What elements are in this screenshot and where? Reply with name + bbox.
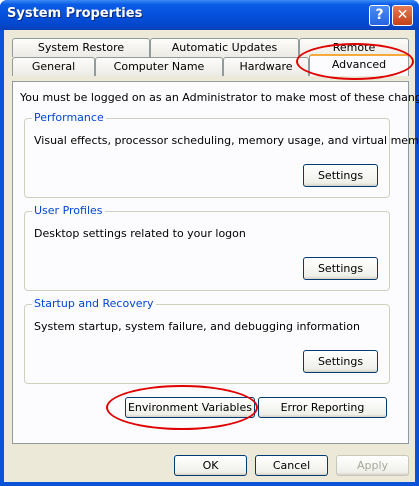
startup-recovery-group-title: Startup and Recovery: [32, 297, 156, 310]
button-label: Settings: [317, 169, 364, 182]
performance-description: Visual effects, processor scheduling, me…: [34, 134, 419, 147]
error-reporting-button[interactable]: Error Reporting: [258, 397, 387, 418]
tab-label: Advanced: [331, 58, 387, 71]
tab-computer-name[interactable]: Computer Name: [95, 57, 223, 76]
button-label: Settings: [317, 355, 364, 368]
button-label: Cancel: [272, 459, 311, 472]
tab-label: Hardware: [239, 60, 293, 73]
button-label: Environment Variables: [127, 401, 252, 414]
performance-group-title: Performance: [32, 111, 106, 124]
environment-variables-button[interactable]: Environment Variables: [125, 397, 255, 418]
tab-label: Computer Name: [113, 60, 205, 73]
window-title: System Properties: [7, 6, 143, 21]
button-label: Error Reporting: [280, 401, 365, 414]
help-button[interactable]: ?: [369, 5, 390, 26]
help-icon: ?: [375, 7, 384, 23]
tab-general[interactable]: General: [12, 57, 95, 76]
button-label: OK: [202, 459, 219, 472]
close-button[interactable]: ✕: [392, 5, 413, 26]
startup-recovery-description: System startup, system failure, and debu…: [34, 320, 360, 333]
close-icon: ✕: [396, 7, 409, 23]
performance-settings-button[interactable]: Settings: [303, 164, 378, 187]
apply-button[interactable]: Apply: [336, 455, 409, 476]
button-label: Settings: [317, 262, 364, 275]
button-label: Apply: [356, 459, 389, 472]
cancel-button[interactable]: Cancel: [255, 455, 328, 476]
user-profiles-group: User Profiles Desktop settings related t…: [24, 204, 390, 291]
tab-label: System Restore: [37, 41, 125, 54]
tab-system-restore[interactable]: System Restore: [12, 38, 150, 57]
system-properties-window: System Properties ? ✕ System Restore Aut…: [0, 0, 419, 486]
startup-recovery-settings-button[interactable]: Settings: [303, 350, 378, 373]
admin-note: You must be logged on as an Administrato…: [20, 91, 419, 104]
tab-advanced[interactable]: Advanced: [309, 54, 409, 76]
user-profiles-group-title: User Profiles: [32, 204, 105, 217]
title-bar[interactable]: System Properties ? ✕: [0, 0, 419, 30]
user-profiles-description: Desktop settings related to your logon: [34, 227, 246, 240]
tab-label: Automatic Updates: [171, 41, 278, 54]
performance-group: Performance Visual effects, processor sc…: [24, 111, 419, 198]
ok-button[interactable]: OK: [174, 455, 247, 476]
tab-label: Remote: [332, 41, 376, 54]
user-profiles-settings-button[interactable]: Settings: [303, 257, 378, 280]
startup-recovery-group: Startup and Recovery System startup, sys…: [24, 297, 390, 384]
tab-label: General: [31, 60, 76, 73]
tab-hardware[interactable]: Hardware: [223, 57, 309, 76]
tab-automatic-updates[interactable]: Automatic Updates: [150, 38, 299, 57]
dialog-client-area: System Restore Automatic Updates Remote …: [4, 30, 419, 482]
